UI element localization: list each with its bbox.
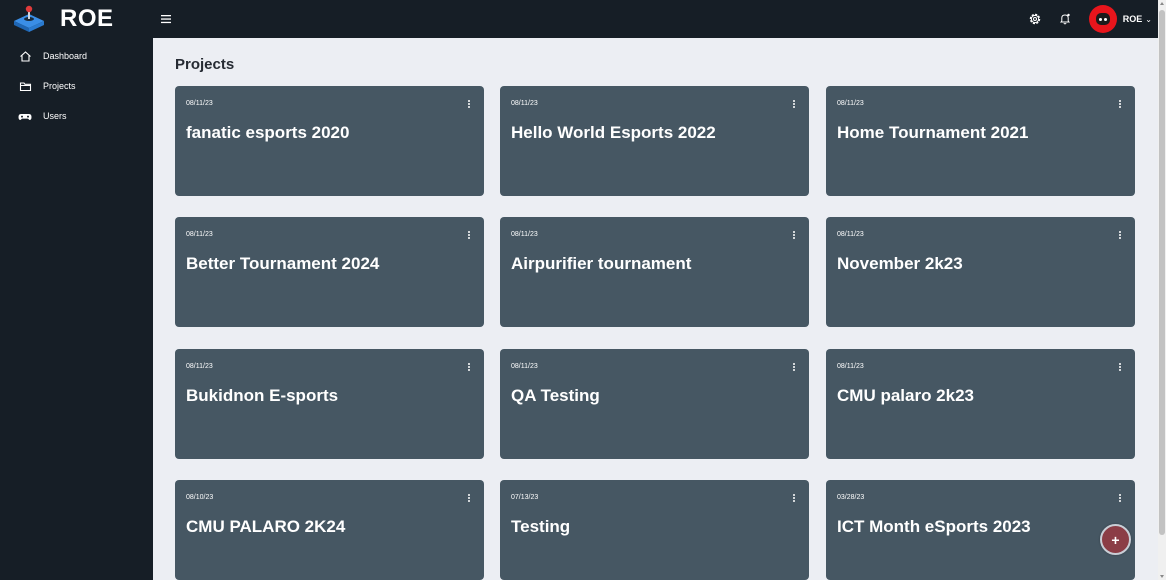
main-content: Projects 08/11/23 fanatic esports 2020 0… bbox=[153, 38, 1158, 580]
card-date: 08/11/23 bbox=[837, 363, 864, 370]
chevron-down-icon[interactable]: ⌄ bbox=[1145, 15, 1152, 24]
project-card[interactable]: 08/11/23 QA Testing bbox=[500, 349, 809, 459]
project-card[interactable]: 08/10/23 CMU PALARO 2K24 bbox=[175, 480, 484, 580]
card-date: 08/11/23 bbox=[511, 363, 538, 370]
project-card[interactable]: 08/11/23 Airpurifier tournament bbox=[500, 217, 809, 327]
card-date: 08/11/23 bbox=[511, 100, 538, 107]
sidebar-item-label: Projects bbox=[43, 81, 76, 91]
sidebar-item-projects[interactable]: Projects bbox=[0, 71, 153, 101]
more-options-icon[interactable] bbox=[466, 99, 472, 109]
bell-icon bbox=[1059, 13, 1070, 25]
more-options-icon[interactable] bbox=[466, 493, 472, 503]
card-date: 08/11/23 bbox=[837, 231, 864, 238]
sidebar-item-label: Users bbox=[43, 111, 67, 121]
project-card[interactable]: 08/11/23 November 2k23 bbox=[826, 217, 1135, 327]
card-title: Home Tournament 2021 bbox=[837, 123, 1029, 142]
avatar-face bbox=[1095, 13, 1110, 25]
card-title: Testing bbox=[511, 517, 571, 536]
notifications-button[interactable] bbox=[1057, 11, 1073, 27]
scrollbar-thumb[interactable] bbox=[1159, 10, 1165, 535]
project-card[interactable]: 08/11/23 Home Tournament 2021 bbox=[826, 86, 1135, 196]
scroll-down-icon[interactable] bbox=[1160, 575, 1164, 578]
project-card[interactable]: 08/11/23 CMU palaro 2k23 bbox=[826, 349, 1135, 459]
card-title: Bukidnon E-sports bbox=[186, 386, 339, 405]
more-options-icon[interactable] bbox=[791, 493, 797, 503]
user-name-label[interactable]: ROE bbox=[1123, 14, 1143, 24]
more-options-icon[interactable] bbox=[791, 99, 797, 109]
card-title: Hello World Esports 2022 bbox=[511, 123, 716, 142]
more-options-icon[interactable] bbox=[791, 362, 797, 372]
card-date: 08/11/23 bbox=[186, 231, 213, 238]
more-options-icon[interactable] bbox=[466, 362, 472, 372]
project-card[interactable]: 08/11/23 Hello World Esports 2022 bbox=[500, 86, 809, 196]
card-date: 03/28/23 bbox=[837, 494, 865, 501]
card-title: CMU palaro 2k23 bbox=[837, 386, 974, 405]
top-bar: ROE ROE ⌄ bbox=[0, 0, 1158, 38]
card-title: Better Tournament 2024 bbox=[186, 254, 380, 273]
menu-icon bbox=[161, 15, 171, 24]
scroll-up-icon[interactable] bbox=[1160, 2, 1164, 5]
more-options-icon[interactable] bbox=[791, 230, 797, 240]
logo[interactable]: ROE bbox=[12, 4, 114, 34]
settings-icon bbox=[1029, 13, 1041, 25]
add-project-button[interactable]: + bbox=[1100, 524, 1131, 555]
card-date: 08/11/23 bbox=[837, 100, 864, 107]
card-date: 08/10/23 bbox=[186, 494, 214, 501]
page-title: Projects bbox=[175, 56, 235, 73]
home-icon bbox=[18, 49, 32, 63]
project-card[interactable]: 03/28/23 ICT Month eSports 2023 bbox=[826, 480, 1135, 580]
card-title: fanatic esports 2020 bbox=[186, 123, 350, 142]
sidebar-item-users[interactable]: Users bbox=[0, 101, 153, 131]
folder-icon bbox=[18, 79, 32, 93]
card-title: QA Testing bbox=[511, 386, 600, 405]
card-title: November 2k23 bbox=[837, 254, 963, 273]
sidebar: Dashboard Projects Users bbox=[0, 38, 153, 580]
sidebar-item-label: Dashboard bbox=[43, 51, 88, 61]
scrollbar[interactable] bbox=[1158, 0, 1166, 580]
more-options-icon[interactable] bbox=[1117, 493, 1123, 503]
more-options-icon[interactable] bbox=[1117, 230, 1123, 240]
more-options-icon[interactable] bbox=[1117, 99, 1123, 109]
more-options-icon[interactable] bbox=[1117, 362, 1123, 372]
card-title: CMU PALARO 2K24 bbox=[186, 517, 346, 536]
project-card[interactable]: 07/13/23 Testing bbox=[500, 480, 809, 580]
project-card[interactable]: 08/11/23 Bukidnon E-sports bbox=[175, 349, 484, 459]
card-date: 08/11/23 bbox=[186, 363, 213, 370]
avatar[interactable] bbox=[1088, 5, 1117, 33]
plus-icon: + bbox=[1111, 531, 1120, 548]
menu-button[interactable] bbox=[159, 12, 173, 26]
sidebar-item-dashboard[interactable]: Dashboard bbox=[0, 41, 153, 71]
app-name: ROE bbox=[60, 5, 114, 32]
more-options-icon[interactable] bbox=[466, 230, 472, 240]
card-date: 08/11/23 bbox=[186, 100, 213, 107]
card-date: 08/11/23 bbox=[511, 231, 538, 238]
gamepad-icon bbox=[18, 109, 32, 123]
project-card[interactable]: 08/11/23 Better Tournament 2024 bbox=[175, 217, 484, 327]
project-card[interactable]: 08/11/23 fanatic esports 2020 bbox=[175, 86, 484, 196]
card-title: ICT Month eSports 2023 bbox=[837, 517, 1031, 536]
settings-button[interactable] bbox=[1027, 11, 1043, 27]
card-title: Airpurifier tournament bbox=[511, 254, 692, 273]
joystick-logo-icon bbox=[14, 5, 44, 32]
header-actions: ROE ⌄ bbox=[1027, 0, 1152, 38]
card-date: 07/13/23 bbox=[511, 494, 539, 501]
